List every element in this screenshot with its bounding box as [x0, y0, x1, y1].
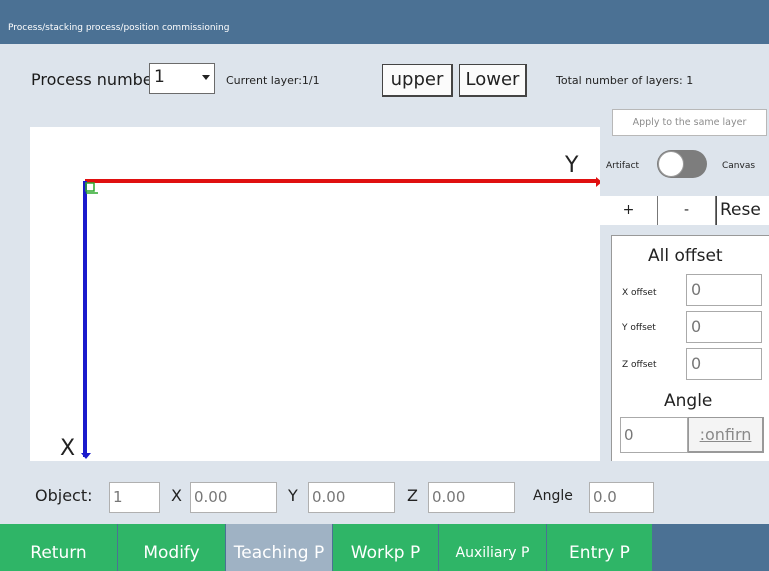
nav-workpiece-button[interactable]: Workp P — [333, 524, 439, 571]
stacking-canvas[interactable]: Y X — [30, 127, 602, 461]
total-layers-label: Total number of layers: 1 — [556, 74, 694, 87]
nav-modify-button[interactable]: Modify — [118, 524, 226, 571]
zoom-out-button[interactable]: - — [658, 196, 716, 225]
artifact-canvas-toggle[interactable] — [657, 150, 707, 178]
object-x-input[interactable]: 0.00 — [190, 482, 277, 513]
angle-title: Angle — [664, 391, 713, 411]
object-y-input[interactable]: 0.00 — [308, 482, 395, 513]
confirm-button[interactable]: :onfirn — [688, 417, 764, 453]
process-number-label: Process numbe — [31, 70, 153, 89]
dropdown-arrow-icon — [202, 75, 210, 80]
canvas-label: Canvas — [722, 161, 756, 171]
object-angle-input[interactable]: 0.0 — [589, 482, 654, 513]
zoom-controls: + - Rese — [600, 196, 769, 225]
object-label: Object: — [35, 486, 93, 505]
nav-entry-button[interactable]: Entry P — [547, 524, 653, 571]
object-input[interactable]: 1 — [109, 482, 160, 513]
apply-same-layer-button[interactable]: Apply to the same layer — [612, 109, 767, 136]
lower-layer-button[interactable]: Lower — [459, 64, 527, 97]
object-x-label: X — [171, 486, 182, 505]
object-angle-label: Angle — [533, 488, 573, 504]
object-z-input[interactable]: 0.00 — [428, 482, 515, 513]
origin-marker — [85, 182, 95, 192]
z-offset-input[interactable]: 0 — [686, 348, 762, 380]
nav-teaching-button[interactable]: Teaching P — [226, 524, 333, 571]
x-axis-label: X — [60, 436, 75, 461]
zoom-in-button[interactable]: + — [600, 196, 658, 225]
y-axis-label: Y — [564, 153, 579, 178]
object-y-label: Y — [288, 486, 298, 505]
nav-return-button[interactable]: Return — [0, 524, 118, 571]
y-offset-label: Y offset — [622, 323, 656, 333]
coordinate-axes: Y X — [60, 153, 602, 461]
nav-auxiliary-button[interactable]: Auxiliary P — [439, 524, 547, 571]
window-title: Process/stacking process/position commis… — [8, 23, 230, 33]
angle-offset-input[interactable]: 0 — [620, 417, 688, 453]
artifact-label: Artifact — [606, 161, 640, 171]
upper-layer-button[interactable]: upper — [382, 64, 453, 97]
all-offset-title: All offset — [648, 246, 723, 266]
all-offset-panel: All offset X offset 0 Y offset 0 Z offse… — [611, 235, 769, 461]
current-layer-label: Current layer:1/1 — [226, 74, 320, 87]
x-offset-label: X offset — [622, 288, 657, 298]
z-offset-label: Z offset — [622, 360, 657, 370]
y-offset-input[interactable]: 0 — [686, 311, 762, 343]
x-axis-arrow-icon — [81, 453, 91, 459]
x-offset-input[interactable]: 0 — [686, 274, 762, 306]
process-number-value: 1 — [154, 67, 165, 87]
title-bar: Process/stacking process/position commis… — [0, 0, 769, 44]
reset-button[interactable]: Rese — [716, 196, 769, 225]
process-number-select[interactable]: 1 — [149, 63, 215, 94]
y-axis-arrow-icon — [596, 177, 602, 187]
bottom-navigation: Return Modify Teaching P Workp P Auxilia… — [0, 524, 769, 571]
toggle-knob — [658, 151, 684, 177]
object-z-label: Z — [407, 486, 418, 505]
